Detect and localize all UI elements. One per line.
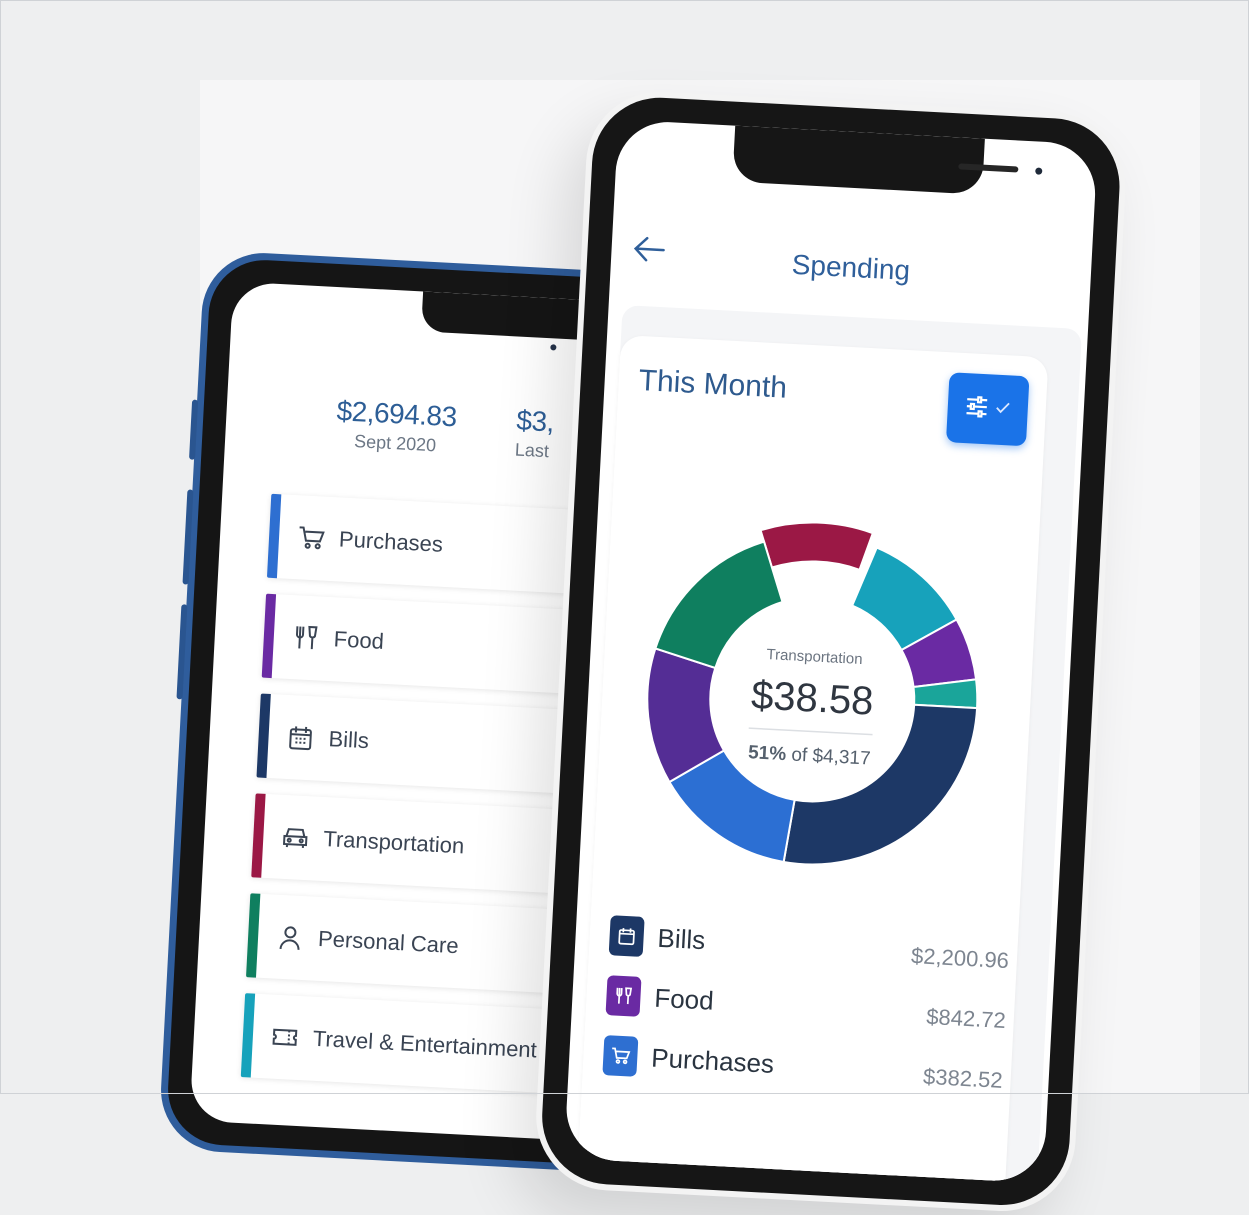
category-color-bar — [266, 493, 282, 579]
sliders-icon — [964, 395, 989, 423]
phone-screen: Spending This Month Transportation $38.5… — [563, 119, 1098, 1184]
summary-current[interactable]: $2,694.83 Sept 2020 — [305, 394, 488, 459]
category-label: Transportation — [322, 826, 465, 859]
phone-bezel: Spending This Month Transportation $38.5… — [538, 94, 1123, 1209]
spending-donut-chart[interactable]: Transportation $38.58 51% of $4,317 — [631, 431, 995, 923]
category-label: Bills — [327, 726, 370, 754]
category-color-bar — [261, 593, 277, 679]
legend-value: $842.72 — [925, 1003, 1007, 1034]
page-title: Spending — [791, 248, 911, 286]
cart-icon — [602, 1035, 639, 1077]
category-label: Travel & Entertainment — [312, 1025, 538, 1063]
summary-amount: $3, — [515, 404, 555, 438]
front-phone: Spending This Month Transportation $38.5… — [532, 88, 1130, 1215]
donut-segment-bills[interactable] — [782, 698, 979, 872]
center-category-label: Transportation — [766, 646, 863, 668]
volume-down-button — [176, 604, 188, 700]
center-of-total: of $4,317 — [791, 744, 871, 769]
legend-value: $382.52 — [922, 1063, 1004, 1093]
center-percent-text: 51% of $4,317 — [748, 742, 871, 769]
utensils-icon — [605, 975, 642, 1017]
ticket-icon — [270, 1023, 299, 1052]
spending-card: This Month Transportation $38.58 51% of … — [574, 334, 1049, 1184]
calendar-icon — [608, 915, 645, 957]
spending-legend: Bills $2,200.96 Food $842.72 Purchases $… — [602, 905, 1011, 1106]
card-title: This Month — [637, 363, 788, 405]
summary-period: Last — [514, 439, 550, 462]
category-color-bar — [246, 893, 261, 978]
legend-label: Purchases — [650, 1042, 775, 1079]
cart-icon — [296, 523, 325, 552]
calendar-icon — [286, 723, 315, 752]
legend-label: Food — [653, 982, 715, 1016]
side-button — [189, 399, 199, 460]
summary-amount: $2,694.83 — [335, 395, 458, 433]
camera-dot — [1035, 167, 1043, 175]
center-amount: $38.58 — [750, 673, 874, 723]
category-color-bar — [256, 693, 271, 778]
donut-segment-transportation[interactable] — [759, 520, 875, 573]
legend-label: Bills — [656, 922, 707, 955]
check-icon — [994, 400, 1011, 420]
category-color-bar — [251, 793, 266, 878]
center-percent: 51% — [748, 742, 787, 765]
app-header: Spending — [609, 199, 1093, 314]
filter-button[interactable] — [945, 372, 1030, 447]
utensils-icon — [291, 623, 320, 652]
category-color-bar — [240, 993, 256, 1078]
summary-previous[interactable]: $3, Last — [514, 405, 577, 464]
center-divider — [748, 727, 873, 736]
car-icon — [281, 823, 310, 852]
category-label: Food — [333, 626, 385, 654]
volume-up-button — [182, 489, 194, 585]
legend-value: $2,200.96 — [910, 943, 1010, 974]
speaker-grille — [958, 163, 1019, 173]
category-label: Purchases — [338, 526, 444, 557]
category-label: Personal Care — [317, 925, 460, 959]
phone-notch — [732, 125, 1043, 195]
person-icon — [275, 923, 304, 952]
content-panel: This Month Transportation $38.58 51% of … — [574, 305, 1083, 1184]
camera-dot — [550, 344, 557, 351]
